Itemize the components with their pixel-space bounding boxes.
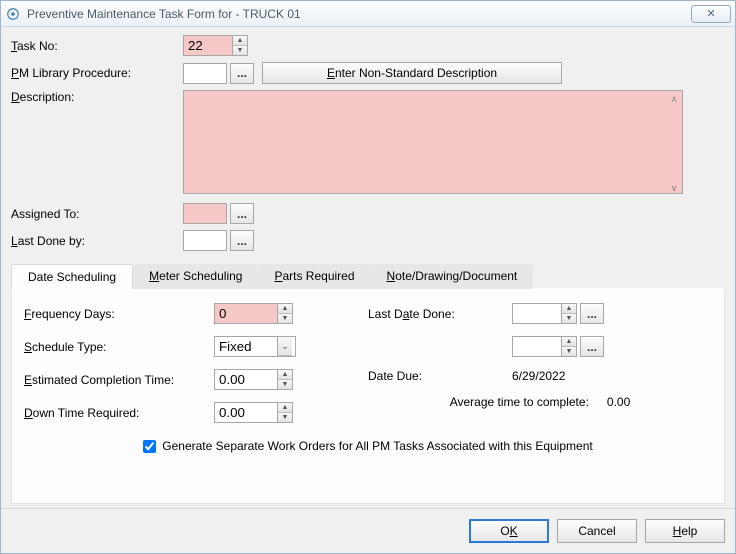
titlebar: Preventive Maintenance Task Form for - T… [1,1,735,27]
avg-time-label: Average time to complete: [450,395,589,409]
tab-date-scheduling[interactable]: Date Scheduling [11,264,133,289]
scroll-down-icon[interactable]: ∨ [667,181,681,195]
freq-days-input[interactable] [215,304,277,323]
freq-days-spinner[interactable]: ▲▼ [214,303,293,324]
enter-nonstandard-button[interactable]: Enter Non-Standard Description [262,62,562,84]
last-date-done-input[interactable] [513,304,561,325]
form-body: Task No: ▲▼ PM Library Procedure: ... En… [1,27,735,508]
last-date-done-label: Last Date Done: [368,307,512,321]
dialog-window: Preventive Maintenance Task Form for - T… [0,0,736,554]
generate-separate-wo-checkbox[interactable] [143,440,156,453]
last-date-done-spinner[interactable]: ▲▼ [512,303,577,324]
schedule-type-combo[interactable]: ⌄ [214,336,296,357]
app-gear-icon [5,6,21,22]
tab-body: Frequency Days: ▲▼ Schedule Type: ⌄ [11,289,725,504]
dialog-footer: OK Cancel Help [1,508,735,553]
assigned-to-browse-button[interactable]: ... [230,203,254,224]
last-done-by-browse-button[interactable]: ... [230,230,254,251]
date-due-label: Date Due: [368,369,512,383]
est-completion-label: Estimated Completion Time: [24,373,214,387]
pm-library-input[interactable] [183,63,227,84]
spinner-buttons[interactable]: ▲▼ [277,304,292,323]
schedule-type-value[interactable] [215,337,277,356]
spinner-buttons[interactable]: ▲▼ [561,304,576,323]
tab-meter-scheduling[interactable]: Meter Scheduling [133,264,258,289]
est-completion-spinner[interactable]: ▲▼ [214,369,293,390]
pm-library-browse-button[interactable]: ... [230,63,254,84]
generate-separate-wo-label: Generate Separate Work Orders for All PM… [162,439,592,453]
ok-button[interactable]: OK [469,519,549,543]
avg-time-value: 0.00 [607,395,630,409]
description-textarea[interactable] [183,90,683,194]
down-time-input[interactable] [215,403,277,422]
scroll-up-icon[interactable]: ∧ [667,92,681,106]
close-button[interactable]: ✕ [691,5,731,23]
aux-date-browse-button[interactable]: ... [580,336,604,357]
down-time-spinner[interactable]: ▲▼ [214,402,293,423]
cancel-button[interactable]: Cancel [557,519,637,543]
last-done-by-input[interactable] [183,230,227,251]
schedule-type-label: Schedule Type: [24,340,214,354]
date-due-value: 6/29/2022 [512,369,565,383]
freq-days-label: Frequency Days: [24,307,214,321]
assigned-to-input[interactable] [183,203,227,224]
aux-date-spinner[interactable]: ▲▼ [512,336,577,357]
aux-date-input[interactable] [513,337,561,358]
window-title: Preventive Maintenance Task Form for - T… [27,7,691,21]
task-no-input[interactable] [184,36,232,55]
spinner-buttons[interactable]: ▲▼ [561,337,576,356]
down-time-label: Down Time Required: [24,406,214,420]
assigned-to-label: Assigned To: [11,207,183,221]
pm-library-label: PM Library Procedure: [11,66,183,80]
tab-note-drawing[interactable]: Note/Drawing/Document [371,264,534,289]
spinner-buttons[interactable]: ▲▼ [277,403,292,422]
close-icon: ✕ [706,7,715,20]
task-no-spinner[interactable]: ▲▼ [183,35,248,56]
tabs: Date Scheduling Meter Scheduling Parts R… [11,263,725,504]
combo-button[interactable]: ⌄ [277,337,292,356]
est-completion-input[interactable] [215,370,277,389]
task-no-label: Task No: [11,39,183,53]
tab-parts-required[interactable]: Parts Required [258,264,370,289]
spinner-buttons[interactable]: ▲▼ [277,370,292,389]
last-date-browse-button[interactable]: ... [580,303,604,324]
spinner-buttons[interactable]: ▲▼ [232,36,247,55]
help-button[interactable]: Help [645,519,725,543]
description-label: Description: [11,90,183,104]
last-done-by-label: Last Done by: [11,234,183,248]
tab-headers: Date Scheduling Meter Scheduling Parts R… [11,263,725,289]
